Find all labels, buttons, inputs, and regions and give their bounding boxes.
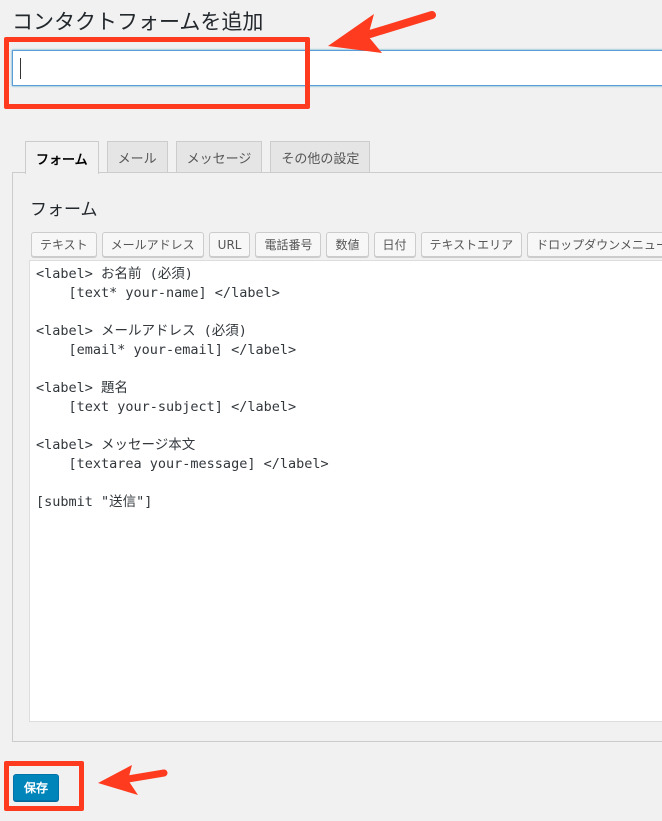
tab-messages[interactable]: メッセージ — [175, 141, 263, 173]
tab-form[interactable]: フォーム — [25, 141, 99, 174]
tag-button-date[interactable]: 日付 — [373, 232, 416, 257]
text-caret — [20, 58, 21, 79]
tag-button-url[interactable]: URL — [208, 232, 251, 257]
save-button[interactable]: 保存 — [13, 774, 59, 801]
tab-mail[interactable]: メール — [106, 141, 168, 173]
tag-button-tel[interactable]: 電話番号 — [255, 232, 322, 257]
page-title: コンタクトフォームを追加 — [12, 10, 264, 34]
annotation-arrow-bottom-icon — [98, 765, 168, 795]
tag-generator-toolbar: テキスト メールアドレス URL 電話番号 数値 日付 テキストエリア ドロップ… — [31, 232, 662, 257]
title-input[interactable] — [12, 50, 662, 86]
form-panel-heading: フォーム — [30, 200, 98, 220]
tag-button-dropdown[interactable]: ドロップダウンメニュー — [527, 232, 662, 257]
tag-button-email[interactable]: メールアドレス — [101, 232, 204, 257]
tag-button-text[interactable]: テキスト — [31, 232, 97, 257]
tab-bar: フォーム メール メッセージ その他の設定 — [25, 141, 371, 174]
tab-additional-settings[interactable]: その他の設定 — [270, 141, 371, 173]
tag-button-number[interactable]: 数値 — [326, 232, 369, 257]
form-panel: フォーム テキスト メールアドレス URL 電話番号 数値 日付 テキストエリア… — [12, 172, 662, 742]
tag-button-textarea[interactable]: テキストエリア — [420, 232, 523, 257]
form-template-editor[interactable]: <label> お名前 (必須) [text* your-name] </lab… — [29, 260, 662, 722]
